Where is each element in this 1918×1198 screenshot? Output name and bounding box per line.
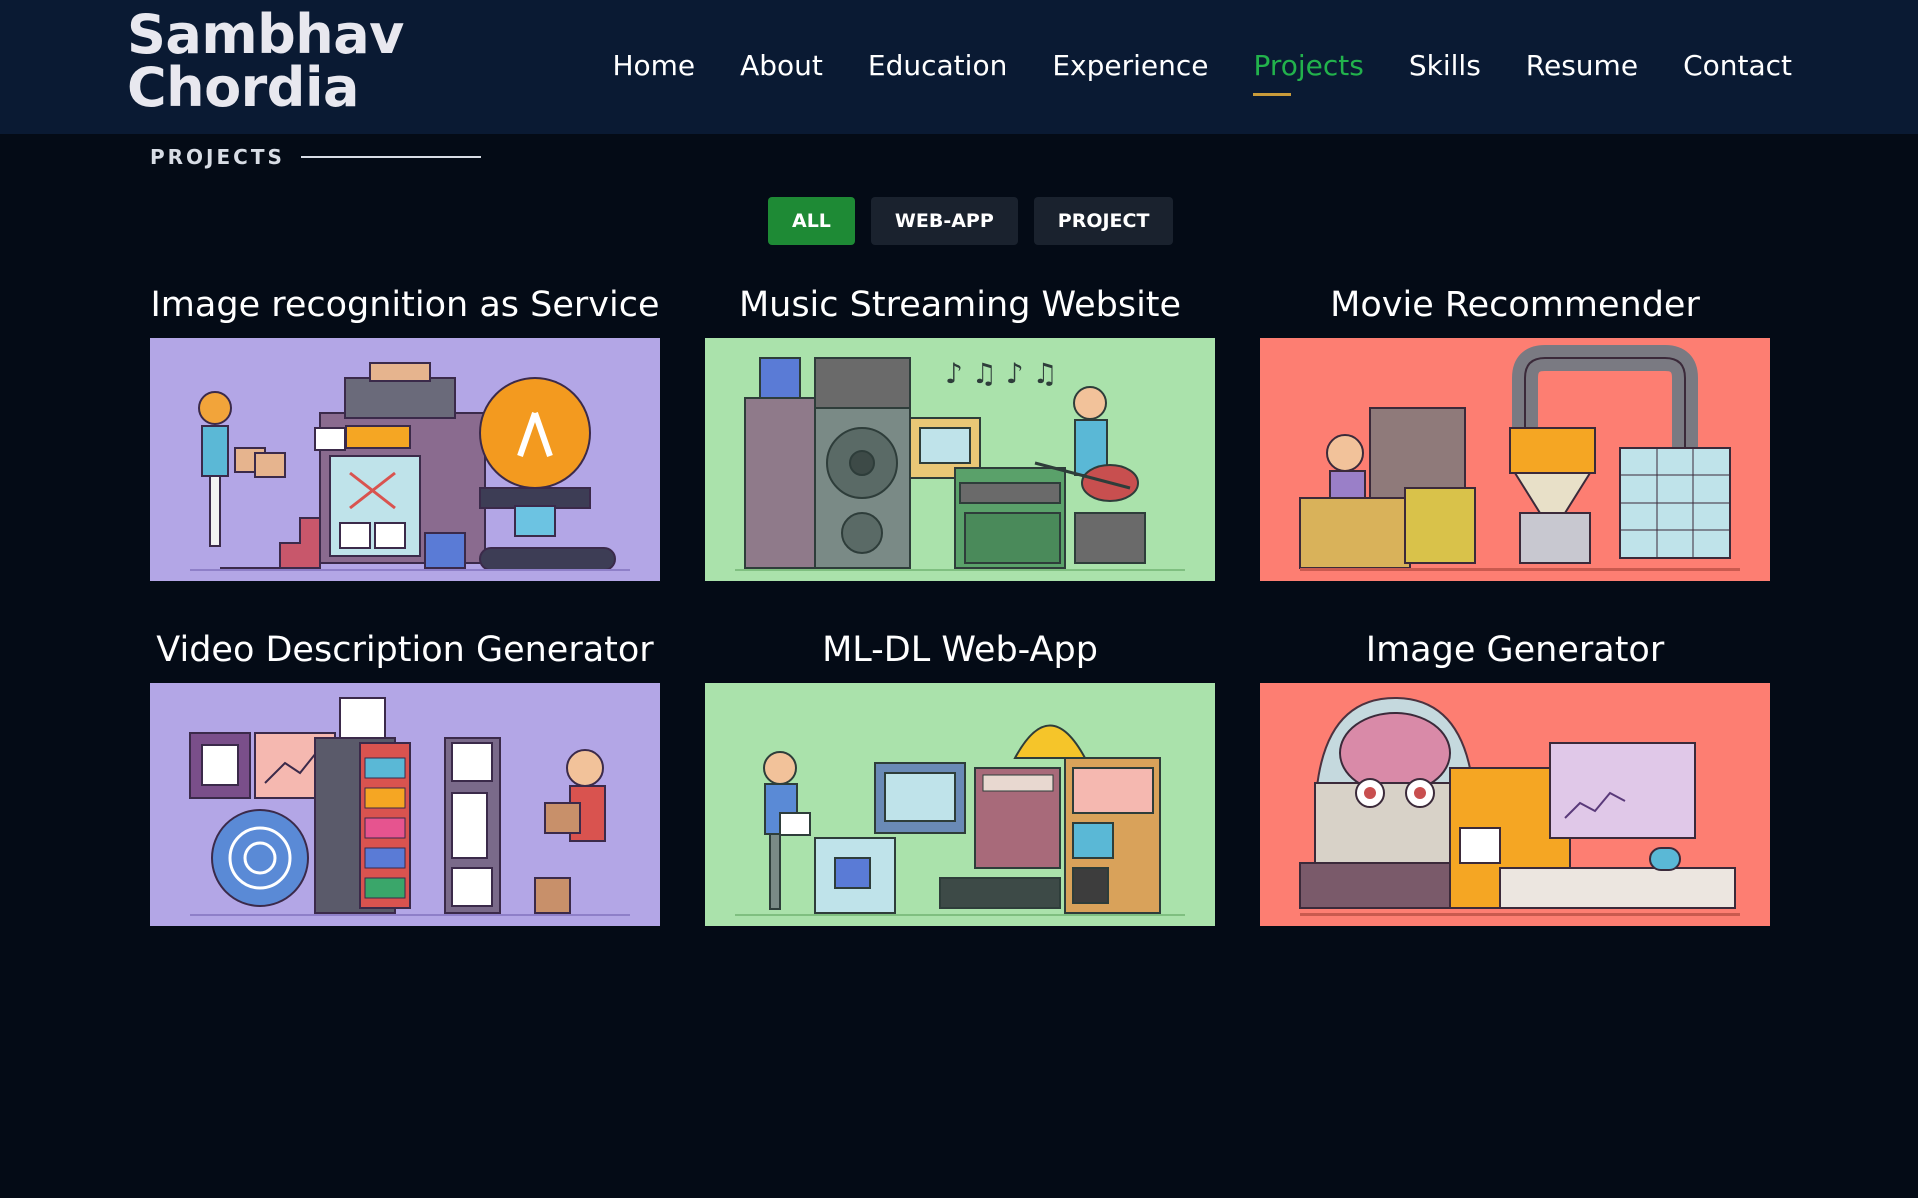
nav-about[interactable]: About [740, 46, 823, 86]
project-illustration[interactable] [1260, 683, 1770, 926]
main-nav: Home About Education Experience Projects… [612, 46, 1792, 96]
project-filters: ALL WEB-APP PROJECT [768, 197, 1174, 245]
project-card[interactable]: Image recognition as Service [150, 284, 660, 581]
svg-text:♪ ♫ ♪ ♫: ♪ ♫ ♪ ♫ [945, 357, 1058, 390]
site-logo[interactable]: Sambhav Chordia [127, 3, 404, 119]
project-title: Movie Recommender [1330, 285, 1700, 325]
nav-education[interactable]: Education [868, 46, 1007, 86]
nav-experience[interactable]: Experience [1052, 46, 1208, 86]
project-card[interactable]: Movie Recommender [1260, 284, 1770, 581]
section-heading: PROJECTS [150, 145, 481, 169]
machine-illustration [150, 338, 660, 581]
project-illustration[interactable]: ♪ ♫ ♪ ♫ [705, 338, 1215, 581]
project-illustration[interactable] [705, 683, 1215, 926]
filter-all-button[interactable]: ALL [768, 197, 855, 245]
project-title: Image recognition as Service [150, 285, 660, 325]
project-card[interactable]: Music Streaming Website ♪ ♫ ♪ ♫ [705, 284, 1215, 581]
logo-line-1: Sambhav [127, 3, 404, 66]
nav-skills[interactable]: Skills [1409, 46, 1481, 86]
logo-line-2: Chordia [127, 56, 359, 119]
filter-web-app-button[interactable]: WEB-APP [870, 197, 1018, 245]
project-illustration[interactable] [150, 683, 660, 926]
project-card[interactable]: ML-DL Web-App [705, 629, 1215, 926]
project-illustration[interactable] [150, 338, 660, 581]
project-card[interactable]: Video Description Generator [150, 629, 660, 926]
project-title: ML-DL Web-App [822, 630, 1098, 670]
project-card[interactable]: Image Generator [1260, 629, 1770, 926]
filter-project-button[interactable]: PROJECT [1033, 197, 1174, 245]
nav-resume[interactable]: Resume [1526, 46, 1638, 86]
section-title: PROJECTS [150, 145, 285, 169]
music-studio-illustration: ♪ ♫ ♪ ♫ [705, 338, 1215, 581]
recommender-illustration [1260, 338, 1770, 581]
site-header: Sambhav Chordia Home About Education Exp… [0, 0, 1918, 134]
project-title: Image Generator [1365, 630, 1665, 670]
video-pipeline-illustration [150, 683, 660, 926]
nav-contact[interactable]: Contact [1683, 46, 1792, 86]
webapp-illustration [705, 683, 1215, 926]
image-generator-illustration [1260, 683, 1770, 926]
project-title: Video Description Generator [156, 630, 654, 670]
nav-projects[interactable]: Projects [1253, 46, 1364, 96]
nav-home[interactable]: Home [612, 46, 695, 86]
section-title-divider [300, 156, 481, 158]
project-illustration[interactable] [1260, 338, 1770, 581]
project-title: Music Streaming Website [738, 285, 1182, 325]
